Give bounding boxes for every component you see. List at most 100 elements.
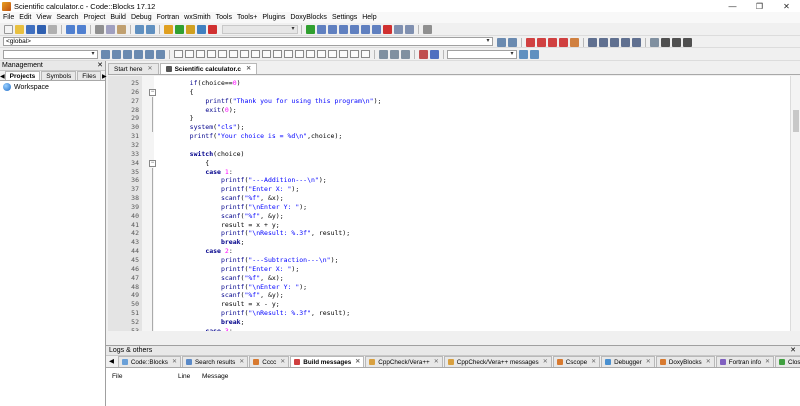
- log-tab-close-icon[interactable]: ✕: [765, 357, 770, 368]
- code-line[interactable]: system("cls");: [174, 123, 245, 132]
- next-bookmark-icon[interactable]: [548, 38, 557, 47]
- find-prev-icon[interactable]: [101, 49, 110, 59]
- abort-icon[interactable]: [208, 24, 217, 34]
- symbol-options-icon[interactable]: [530, 49, 539, 59]
- menu-build[interactable]: Build: [110, 14, 126, 21]
- menu-file[interactable]: File: [3, 14, 14, 21]
- tab-projects[interactable]: Projects: [4, 71, 41, 80]
- jump-forward-icon[interactable]: [508, 38, 517, 47]
- dot-tool-icon-2[interactable]: [672, 38, 681, 47]
- code-line[interactable]: scanf("%f", &x);: [174, 274, 284, 283]
- scrollbar-thumb[interactable]: [793, 110, 799, 132]
- log-tab-close-icon[interactable]: ✕: [172, 357, 177, 368]
- dot-tool-icon-3[interactable]: [683, 38, 692, 47]
- code-line[interactable]: printf("\nEnter Y: ");: [174, 283, 307, 292]
- doxy-line-icon[interactable]: [610, 38, 619, 47]
- dot-tool-icon-1[interactable]: [661, 38, 670, 47]
- code-line[interactable]: printf("\nResult: %.3f", result);: [174, 229, 350, 238]
- menu-view[interactable]: View: [36, 14, 51, 21]
- run-icon[interactable]: [175, 24, 184, 34]
- wx-layout-icon-11[interactable]: [284, 50, 293, 58]
- symbol-search-icon[interactable]: [519, 49, 528, 59]
- close-button[interactable]: ✕: [773, 0, 800, 12]
- undo-icon[interactable]: [66, 24, 75, 34]
- find-options-icon[interactable]: [156, 49, 165, 59]
- step-into-instruction-icon[interactable]: [372, 24, 381, 34]
- wx-layout-icon-14[interactable]: [317, 50, 326, 58]
- zoom-in-icon[interactable]: [379, 49, 388, 59]
- tab-scroll-right-icon[interactable]: ▶: [102, 73, 107, 80]
- col-line[interactable]: Line: [172, 373, 196, 380]
- wx-layout-icon-9[interactable]: [262, 50, 271, 58]
- misc-tool-icon[interactable]: [423, 24, 432, 34]
- tab-symbols[interactable]: Symbols: [41, 71, 77, 80]
- menu-settings[interactable]: Settings: [332, 14, 357, 21]
- copy-icon[interactable]: [106, 24, 115, 34]
- code-line[interactable]: scanf("%f", &x);: [174, 194, 284, 203]
- wx-layout-icon-7[interactable]: [240, 50, 249, 58]
- wx-layout-icon-12[interactable]: [295, 50, 304, 58]
- find-match-case-icon[interactable]: [123, 49, 132, 59]
- logs-close-icon[interactable]: ✕: [790, 346, 796, 356]
- prev-bookmark-icon[interactable]: [537, 38, 546, 47]
- menu-edit[interactable]: Edit: [19, 14, 31, 21]
- fold-toggle-icon[interactable]: −: [149, 88, 156, 96]
- code-line[interactable]: printf("Thank you for using this program…: [174, 97, 381, 106]
- next-line-icon[interactable]: [328, 24, 337, 34]
- wx-layout-icon-2[interactable]: [185, 50, 194, 58]
- wx-layout-icon-4[interactable]: [207, 50, 216, 58]
- code-line[interactable]: case 1:: [174, 168, 232, 177]
- log-tab-search-results[interactable]: Search results ✕: [181, 356, 249, 368]
- build-icon[interactable]: [164, 24, 173, 34]
- workspace-node[interactable]: Workspace: [0, 81, 105, 93]
- debug-windows-icon[interactable]: [394, 24, 403, 34]
- find-icon[interactable]: [135, 24, 144, 34]
- tab-files[interactable]: Files: [77, 71, 101, 80]
- code-line[interactable]: printf("---Subtraction---\n");: [174, 256, 338, 265]
- build-target-combo[interactable]: ▾: [222, 24, 298, 34]
- save-all-icon[interactable]: [37, 24, 46, 34]
- wx-layout-icon-3[interactable]: [196, 50, 205, 58]
- build-and-run-icon[interactable]: [186, 24, 195, 34]
- debug-continue-icon[interactable]: [306, 24, 315, 34]
- strike-icon[interactable]: [419, 49, 428, 59]
- doxy-wizard-icon[interactable]: [621, 38, 630, 47]
- stop-debugger-icon[interactable]: [383, 24, 392, 34]
- code-line[interactable]: case 2:: [174, 247, 232, 256]
- log-tab-cppcheck-vera[interactable]: CppCheck/Vera++ ✕: [365, 356, 443, 367]
- log-tab-build-messages[interactable]: Build messages ✕: [290, 356, 365, 367]
- code-line[interactable]: break;: [174, 318, 245, 327]
- logs-scroll-left-icon[interactable]: ◀: [106, 356, 117, 367]
- log-tab-code-blocks[interactable]: Code::Blocks ✕: [117, 356, 181, 368]
- toggle-breakpoint-icon[interactable]: [570, 38, 579, 47]
- log-tab-cppcheck-vera-messages[interactable]: CppCheck/Vera++ messages ✕: [443, 356, 552, 368]
- code-line[interactable]: exit(0);: [174, 106, 236, 115]
- wx-layout-icon-8[interactable]: [251, 50, 260, 58]
- code-line[interactable]: switch(choice): [174, 150, 245, 159]
- log-tab-close-icon[interactable]: ✕: [646, 357, 651, 368]
- wx-layout-icon-13[interactable]: [306, 50, 315, 58]
- menu-debug[interactable]: Debug: [131, 14, 152, 21]
- quick-find-combo[interactable]: ▾: [3, 49, 98, 59]
- open-folder-icon[interactable]: [15, 24, 24, 34]
- replace-icon[interactable]: [146, 24, 155, 34]
- tab-start-here[interactable]: Start here ✕: [108, 63, 159, 74]
- log-tab-closed-file[interactable]: Closed file✕: [774, 356, 800, 367]
- col-file[interactable]: File: [106, 373, 172, 380]
- code-line[interactable]: scanf("%f", &y);: [174, 212, 284, 221]
- log-tab-close-icon[interactable]: ✕: [543, 357, 548, 368]
- zoom-out-icon[interactable]: [390, 49, 399, 59]
- tool-wrench-icon[interactable]: [650, 38, 659, 47]
- scope-combo[interactable]: <global> ▾: [3, 37, 493, 46]
- tab-scientific-calculator-close-icon[interactable]: ✕: [246, 64, 251, 75]
- debug-info-icon[interactable]: [405, 24, 414, 34]
- log-tab-cscope[interactable]: Cscope ✕: [552, 356, 601, 367]
- doxy-extract-icon[interactable]: [632, 38, 641, 47]
- log-tab-close-icon[interactable]: ✕: [239, 357, 244, 368]
- close-file-icon[interactable]: [48, 24, 57, 34]
- find-next-icon[interactable]: [112, 49, 121, 59]
- maximize-button[interactable]: ❐: [746, 0, 773, 12]
- step-into-icon[interactable]: [339, 24, 348, 34]
- code-line[interactable]: printf("\nResult: %.3f", result);: [174, 309, 350, 318]
- rebuild-icon[interactable]: [197, 24, 206, 34]
